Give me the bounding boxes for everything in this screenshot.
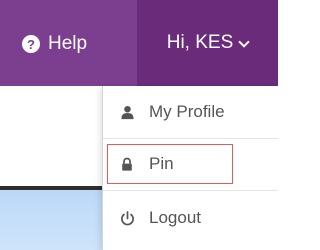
question-circle-icon: ? — [22, 35, 40, 53]
top-navbar: ? Help Hi, KES — [0, 0, 278, 86]
menu-item-label: Logout — [149, 208, 201, 227]
menu-item-my-profile[interactable]: My Profile — [103, 92, 278, 132]
page: ? Help Hi, KES My Profile Pin Logout — [0, 0, 278, 250]
menu-divider — [103, 190, 278, 191]
menu-divider — [103, 138, 278, 139]
user-dropdown-menu: My Profile Pin Logout — [102, 86, 278, 250]
menu-item-logout[interactable]: Logout — [103, 198, 278, 238]
user-icon — [119, 104, 135, 120]
menu-item-label: Pin — [149, 154, 174, 173]
user-greeting: Hi, KES — [166, 32, 234, 53]
chevron-down-icon — [238, 35, 250, 48]
menu-item-label: My Profile — [149, 102, 225, 121]
help-link[interactable]: ? Help — [22, 30, 87, 58]
help-label: Help — [48, 33, 88, 54]
content-blue-panel — [0, 190, 110, 250]
menu-item-pin[interactable]: Pin — [107, 144, 233, 184]
user-menu-toggle[interactable]: Hi, KES — [137, 0, 278, 86]
lock-icon — [119, 156, 135, 172]
power-icon — [119, 210, 135, 226]
